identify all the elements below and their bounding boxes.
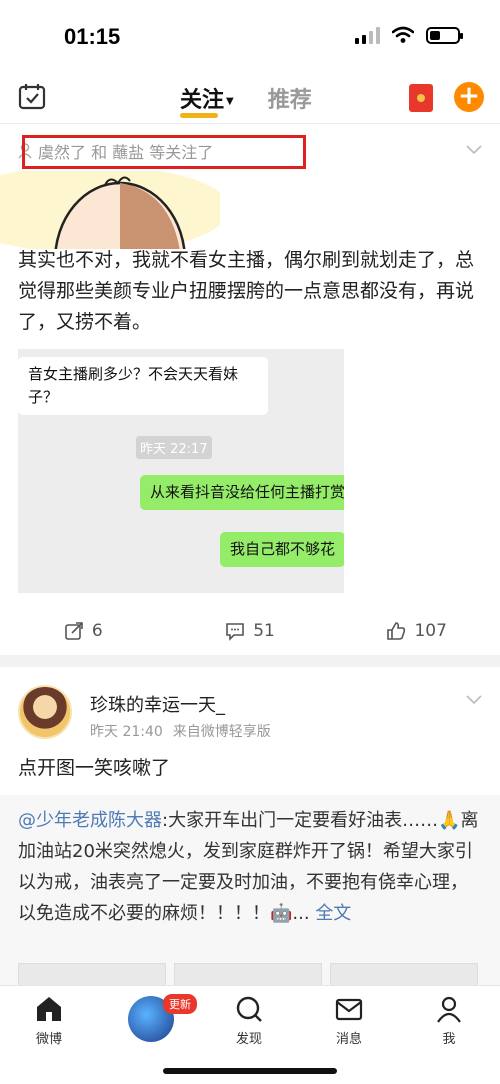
share-count: 6 [91,621,103,641]
share-icon [65,622,83,640]
status-icons [355,26,463,44]
comment-button[interactable]: 51 [167,613,334,649]
tab-home[interactable]: 微博 [19,994,79,1047]
post-time: 昨天 21:40 [90,724,163,740]
tab-discover[interactable]: 发现 [219,994,279,1047]
image-thumbnail[interactable] [330,963,478,985]
home-indicator [163,1068,337,1074]
post-meta: 昨天 21:40 来自微博轻享版 [90,721,271,741]
tab-me[interactable]: 我 [419,994,479,1047]
meme-image[interactable] [0,171,220,249]
repost-text: @少年老成陈大器:大家开车出门一定要看好油表……🙏离加油站20米突然熄火，发到家… [18,805,482,929]
comment-count: 51 [253,621,275,641]
search-icon [236,996,262,1022]
compose-plus-button[interactable]: + [454,82,484,112]
wifi-icon [392,26,414,43]
feed-tabs: 关注 ▼ 推荐 [180,82,312,118]
image-thumbnail[interactable] [174,963,322,985]
mail-icon [335,998,363,1021]
battery-icon [426,26,463,44]
chat-screenshot[interactable]: 音女主播刷多少？不会天天看妹子？ 昨天 22:17 从来看抖音没给任何主播打赏 … [18,349,344,593]
status-time: 01:15 [64,24,121,49]
update-badge: 更新 [163,994,197,1014]
post-action-bar: 6 51 107 [0,613,500,649]
calendar-check-icon[interactable] [18,82,46,110]
chat-bubble-sent: 我自己都不够花 [220,532,344,567]
chevron-down-icon[interactable] [466,691,482,707]
status-bar: 01:15 [0,0,500,72]
tab-following[interactable]: 关注 ▼ [180,82,234,118]
avatar[interactable] [18,685,72,739]
red-packet-icon[interactable] [409,84,433,112]
post-text: 其实也不对，我就不看女主播，偶尔刷到就划走了，总觉得那些美颜专业户扭腰摆胯的一点… [18,249,475,333]
tab-messages[interactable]: 消息 [319,994,379,1047]
post-divider [0,655,500,667]
post-text: 点开图一笑咳嗽了 [18,757,171,779]
feed[interactable]: 虞然了 和 蘸盐 等关注了 其实也不对，我就不看女主播，偶尔刷到就划走了，总觉得… [0,125,500,985]
thumbs-up-icon [387,622,406,640]
author-name[interactable]: 珍珠的幸运一天_ [90,691,225,717]
like-button[interactable]: 107 [333,613,500,649]
home-icon [37,997,61,1021]
user-icon [437,996,461,1023]
like-count: 107 [414,621,447,641]
caret-down-icon: ▼ [226,95,234,107]
full-text-link[interactable]: 全文 [315,903,351,924]
reposted-content[interactable]: @少年老成陈大器:大家开车出门一定要看好油表……🙏离加油站20米突然熄火，发到家… [0,795,500,985]
post-source: 来自微博轻享版 [172,724,271,740]
mention-link[interactable]: @少年老成陈大器 [18,810,162,831]
chevron-down-icon[interactable] [466,141,482,157]
cellular-signal-icon [355,26,380,44]
top-nav: 关注 ▼ 推荐 + [0,72,500,124]
repost-button[interactable]: 6 [0,613,167,649]
tab-recommended[interactable]: 推荐 [268,82,312,114]
highlight-box [22,135,306,169]
chat-bubble-sent: 从来看抖音没给任何主播打赏 [140,475,344,510]
image-thumbnail[interactable] [18,963,166,985]
chat-bubble-received: 音女主播刷多少？不会天天看妹子？ [18,357,268,415]
chat-timestamp: 昨天 22:17 [136,436,212,459]
comment-icon [226,623,244,641]
repost-images [18,963,478,985]
